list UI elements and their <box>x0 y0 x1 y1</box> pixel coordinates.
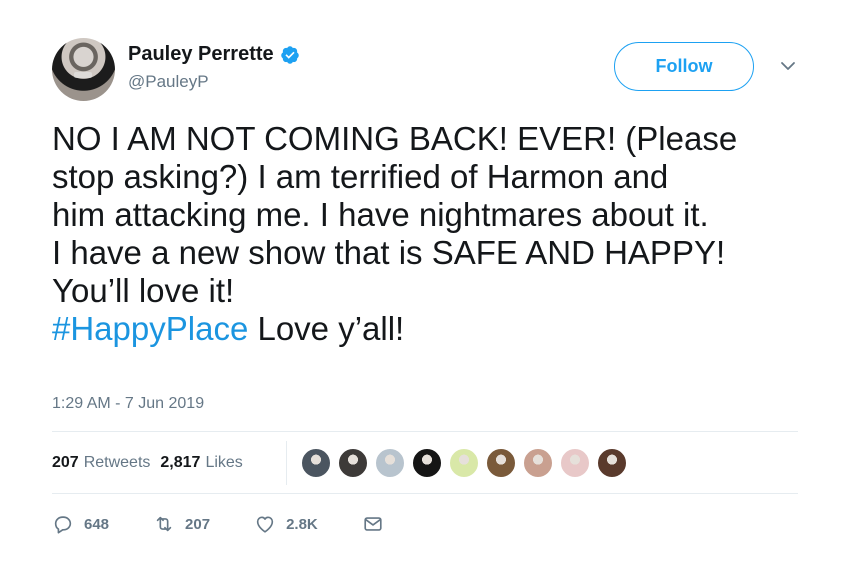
liker-avatar[interactable] <box>559 447 591 479</box>
divider <box>52 493 798 494</box>
like-button[interactable]: 2.8K <box>254 513 318 535</box>
retweets-count: 207 <box>52 454 79 471</box>
tweet-last-line: #HappyPlace Love y’all! <box>52 310 812 348</box>
liker-avatar[interactable] <box>337 447 369 479</box>
user-handle[interactable]: @PauleyP <box>128 72 209 92</box>
tweet-line: I have a new show that is SAFE AND HAPPY… <box>52 234 726 271</box>
tweet-line: You’ll love it! <box>52 272 235 309</box>
liker-avatar[interactable] <box>411 447 443 479</box>
liker-avatar[interactable] <box>485 447 517 479</box>
follow-button[interactable]: Follow <box>614 42 754 91</box>
divider <box>52 431 798 432</box>
likes-stat[interactable]: 2,817 Likes <box>160 454 242 472</box>
engagement-stats: 207 Retweets 2,817 Likes <box>52 454 243 472</box>
reply-count: 648 <box>84 515 110 533</box>
display-name[interactable]: Pauley Perrette <box>128 43 274 66</box>
verified-badge-icon <box>280 45 299 64</box>
liker-avatar[interactable] <box>596 447 628 479</box>
tweet-line: stop asking?) I am terrified of Harmon a… <box>52 158 669 195</box>
liker-avatar[interactable] <box>300 447 332 479</box>
timestamp[interactable]: 1:29 AM - 7 Jun 2019 <box>52 395 204 413</box>
chevron-down-icon[interactable] <box>778 56 798 76</box>
like-count: 2.8K <box>286 515 318 533</box>
reply-button[interactable]: 648 <box>52 513 109 535</box>
retweet-count: 207 <box>185 515 211 533</box>
retweets-stat[interactable]: 207 Retweets <box>52 454 150 472</box>
stats-separator <box>286 441 287 485</box>
retweets-label: Retweets <box>83 454 151 471</box>
envelope-icon <box>364 517 382 531</box>
liker-avatar[interactable] <box>522 447 554 479</box>
tweet-line: him attacking me. I have nightmares abou… <box>52 196 709 233</box>
action-bar: 648 207 2.8K <box>52 513 428 535</box>
liker-avatar[interactable] <box>448 447 480 479</box>
likes-label: Likes <box>205 454 243 471</box>
reply-icon <box>54 516 72 534</box>
retweet-button[interactable]: 207 <box>153 513 210 535</box>
liker-avatar[interactable] <box>374 447 406 479</box>
author-name-row: Pauley Perrette <box>128 43 300 66</box>
tweet-line: NO I AM NOT COMING BACK! EVER! (Please <box>52 120 738 157</box>
tweet-text: NO I AM NOT COMING BACK! EVER! (Please s… <box>52 120 812 348</box>
tweet-line-suffix: Love y’all! <box>248 310 405 347</box>
liker-avatars <box>300 447 633 479</box>
hashtag-link[interactable]: #HappyPlace <box>52 310 248 347</box>
likes-count: 2,817 <box>160 454 201 471</box>
direct-message-button[interactable] <box>362 513 384 535</box>
avatar[interactable] <box>52 38 115 101</box>
heart-icon <box>256 516 274 533</box>
retweet-icon <box>156 516 172 532</box>
